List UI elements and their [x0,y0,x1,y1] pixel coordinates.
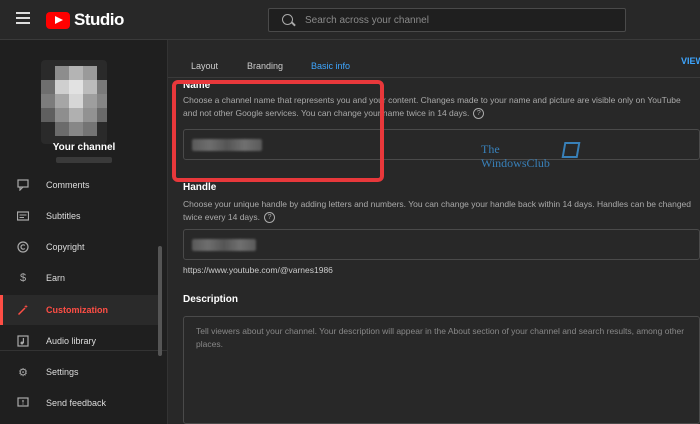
search-input[interactable] [305,9,615,31]
sidebar-item-earn[interactable]: $ Earn [0,263,158,293]
search-box[interactable] [268,8,626,32]
handle-section-description: Choose your unique handle by adding lett… [183,198,693,224]
sidebar: Your channel Comments Subtitles Copyrigh… [0,40,168,424]
copyright-icon [16,240,30,254]
comment-icon [16,178,30,192]
logo-text: Studio [74,10,124,29]
sidebar-item-label: Copyright [46,242,85,252]
watermark-text: The WindowsClub [481,142,550,170]
handle-description-text: Choose your unique handle by adding lett… [183,199,691,222]
sidebar-item-label: Send feedback [46,398,107,408]
handle-field[interactable] [183,229,700,260]
handle-value-blurred [192,239,256,251]
watermark-logo-icon [561,142,581,158]
studio-logo[interactable]: Studio [46,10,124,29]
youtube-logo-icon [46,11,70,29]
sidebar-item-comments[interactable]: Comments [0,170,158,200]
dollar-icon: $ [19,272,27,284]
sidebar-scrollbar[interactable] [158,246,162,356]
gear-icon: ⚙ [18,366,28,379]
tab-basic-info[interactable]: Basic info [311,61,350,71]
customization-tabs: Layout Branding Basic info [168,56,700,76]
magic-wand-icon [16,303,30,317]
sidebar-item-label: Customization [46,305,108,315]
watermark: The WindowsClub [479,142,589,174]
sidebar-item-send-feedback[interactable]: Send feedback [0,388,158,418]
description-placeholder: Tell viewers about your channel. Your de… [196,326,685,349]
handle-section-title: Handle [183,182,217,193]
view-channel-link[interactable]: VIEW [681,56,700,66]
description-section-title: Description [183,294,239,305]
channel-label: Your channel [52,142,116,153]
sidebar-item-label: Comments [46,180,90,190]
sidebar-item-copyright[interactable]: Copyright [0,232,158,262]
sidebar-item-label: Settings [46,367,79,377]
channel-name-blurred [56,157,112,163]
sidebar-item-customization[interactable]: Customization [0,295,158,325]
sidebar-item-label: Earn [46,273,66,283]
sidebar-item-subtitles[interactable]: Subtitles [0,201,158,231]
tabs-divider [168,77,700,78]
help-icon[interactable]: ? [264,212,276,224]
sidebar-divider [0,350,168,351]
menu-icon[interactable] [16,12,30,26]
feedback-icon [16,396,30,410]
subtitles-icon [16,209,30,223]
search-icon [282,14,293,25]
channel-url: https://www.youtube.com/@varnes1986 [183,265,333,275]
sidebar-item-label: Audio library [46,336,97,346]
top-bar: Studio [0,0,700,40]
highlight-box [172,80,384,182]
help-icon[interactable]: ? [473,108,485,120]
sidebar-item-label: Subtitles [46,211,81,221]
sidebar-item-audio-library[interactable]: Audio library [0,326,158,356]
tab-branding[interactable]: Branding [247,61,283,71]
description-textarea[interactable]: Tell viewers about your channel. Your de… [183,316,700,424]
audio-library-icon [16,334,30,348]
tab-layout[interactable]: Layout [191,61,218,71]
avatar[interactable] [41,60,107,144]
sidebar-item-settings[interactable]: ⚙ Settings [0,357,158,387]
